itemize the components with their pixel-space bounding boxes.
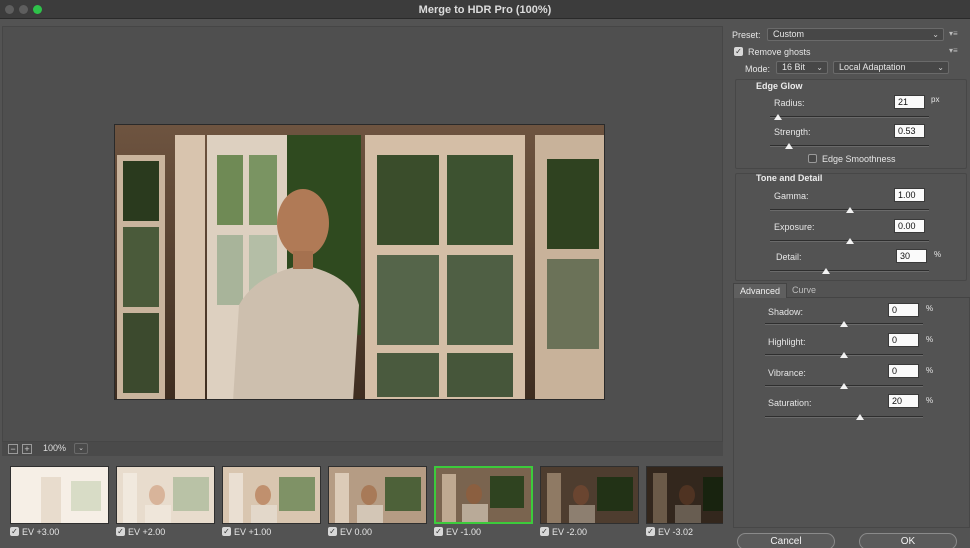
- highlight-unit: %: [926, 335, 934, 344]
- remove-ghosts-checkbox[interactable]: ✓: [734, 47, 743, 56]
- ok-button[interactable]: OK: [859, 533, 957, 548]
- vibrance-input[interactable]: 0: [888, 364, 919, 378]
- chevron-down-icon: ⌄: [937, 63, 944, 72]
- tone-detail-group: [735, 173, 967, 281]
- chevron-down-icon: ⌄: [816, 63, 823, 72]
- panel-menu-icon[interactable]: ▾≡: [949, 46, 958, 55]
- vibrance-label: Vibrance:: [768, 368, 806, 378]
- window-title: Merge to HDR Pro (100%): [418, 4, 552, 16]
- thumbnail-caption: ✓ EV +2.00: [116, 526, 166, 537]
- thumbnail-checkbox[interactable]: ✓: [10, 527, 19, 536]
- thumbnail-checkbox[interactable]: ✓: [328, 527, 337, 536]
- radius-label: Radius:: [774, 98, 805, 108]
- thumbnail-checkbox[interactable]: ✓: [434, 527, 443, 536]
- edge-smoothness-checkbox[interactable]: [808, 154, 817, 163]
- saturation-input[interactable]: 20: [888, 394, 919, 408]
- highlight-slider-thumb[interactable]: [840, 352, 848, 358]
- gamma-slider-thumb[interactable]: [845, 207, 854, 213]
- gamma-label: Gamma:: [774, 191, 809, 201]
- gamma-input[interactable]: 1.00: [894, 188, 925, 202]
- mode-label: Mode:: [745, 64, 771, 74]
- preview-canvas[interactable]: [2, 26, 723, 442]
- saturation-slider[interactable]: [765, 416, 923, 418]
- detail-unit: %: [934, 250, 942, 259]
- zoom-out-icon[interactable]: −: [8, 444, 18, 454]
- method-select[interactable]: Local Adaptation ⌄: [833, 61, 949, 74]
- thumbnail-ev-minus-3[interactable]: [646, 466, 723, 524]
- highlight-input[interactable]: 0: [888, 333, 919, 347]
- cancel-button[interactable]: Cancel: [737, 533, 835, 548]
- saturation-unit: %: [926, 396, 934, 405]
- tone-detail-title: Tone and Detail: [756, 173, 823, 183]
- strength-input[interactable]: 0.53: [894, 124, 925, 138]
- thumbnail-caption: ✓ EV +1.00: [222, 526, 272, 537]
- thumbnail-caption: ✓ EV -2.00: [540, 526, 588, 537]
- advanced-curve-tabs: Advanced Curve: [733, 283, 970, 298]
- thumbnail-caption: ✓ EV +3.00: [10, 526, 60, 537]
- tab-curve[interactable]: Curve: [786, 283, 822, 298]
- saturation-label: Saturation:: [768, 398, 812, 408]
- shadow-unit: %: [926, 304, 934, 313]
- detail-slider[interactable]: [770, 270, 929, 272]
- vibrance-unit: %: [926, 366, 934, 375]
- exposure-slider-thumb[interactable]: [845, 238, 854, 244]
- zoom-in-icon[interactable]: +: [22, 444, 32, 454]
- preview-photo-illustration: [115, 125, 604, 399]
- advanced-section: Shadow: 0 % Highlight: 0 % Vibrance: 0 %…: [733, 298, 970, 528]
- exposure-label: Exposure:: [774, 222, 815, 232]
- thumbnail-caption: ✓ EV -3.02: [646, 526, 694, 537]
- remove-ghosts-label: Remove ghosts: [748, 47, 811, 57]
- detail-label: Detail:: [776, 252, 802, 262]
- exposure-input[interactable]: 0.00: [894, 219, 925, 233]
- preset-label: Preset:: [732, 30, 761, 40]
- edge-smoothness-label: Edge Smoothness: [822, 154, 896, 164]
- strength-slider[interactable]: [770, 145, 929, 147]
- thumbnail-checkbox[interactable]: ✓: [540, 527, 549, 536]
- saturation-slider-thumb[interactable]: [855, 414, 864, 420]
- zoom-bar: − + 100% ⌄: [2, 442, 723, 456]
- thumbnail-ev-0[interactable]: [328, 466, 427, 524]
- thumbnail-ev-plus-1[interactable]: [222, 466, 321, 524]
- zoom-level: 100%: [43, 443, 67, 453]
- thumbnail-ev-plus-2[interactable]: [116, 466, 215, 524]
- detail-slider-thumb[interactable]: [821, 268, 830, 274]
- chevron-down-icon: ⌄: [932, 30, 939, 39]
- thumbnail-checkbox[interactable]: ✓: [222, 527, 231, 536]
- hdr-preview-image: [114, 124, 605, 400]
- edge-glow-title: Edge Glow: [756, 81, 803, 91]
- thumbnail-caption: ✓ EV -1.00: [434, 526, 482, 537]
- tab-advanced[interactable]: Advanced: [733, 283, 788, 298]
- radius-slider[interactable]: [770, 116, 929, 118]
- zoom-dropdown[interactable]: ⌄: [74, 443, 88, 454]
- strength-label: Strength:: [774, 127, 811, 137]
- detail-input[interactable]: 30: [896, 249, 927, 263]
- vibrance-slider-thumb[interactable]: [840, 383, 848, 389]
- radius-slider-thumb[interactable]: [773, 114, 782, 120]
- thumbnail-ev-minus-2[interactable]: [540, 466, 639, 524]
- advanced-frame: [733, 298, 970, 528]
- thumbnail-checkbox[interactable]: ✓: [116, 527, 125, 536]
- thumbnail-checkbox[interactable]: ✓: [646, 527, 655, 536]
- radius-input[interactable]: 21: [894, 95, 925, 109]
- thumbnail-caption: ✓ EV 0.00: [328, 526, 373, 537]
- title-bar: Merge to HDR Pro (100%): [0, 0, 970, 19]
- thumbnail-ev-minus-1[interactable]: [434, 466, 533, 524]
- shadow-label: Shadow:: [768, 307, 804, 317]
- strength-slider-thumb[interactable]: [785, 143, 794, 149]
- shadow-input[interactable]: 0: [888, 303, 919, 317]
- bit-depth-select[interactable]: 16 Bit ⌄: [776, 61, 828, 74]
- exposure-filmstrip: ✓ EV +3.00 ✓ EV +2.00 ✓ EV +1.00 ✓ EV 0.…: [2, 456, 723, 542]
- highlight-label: Highlight:: [768, 337, 806, 347]
- radius-unit: px: [931, 95, 940, 104]
- preset-menu-icon[interactable]: ▾≡: [949, 29, 958, 38]
- preset-select[interactable]: Custom ⌄: [767, 28, 944, 41]
- shadow-slider-thumb[interactable]: [840, 321, 848, 327]
- thumbnail-ev-plus-3[interactable]: [10, 466, 109, 524]
